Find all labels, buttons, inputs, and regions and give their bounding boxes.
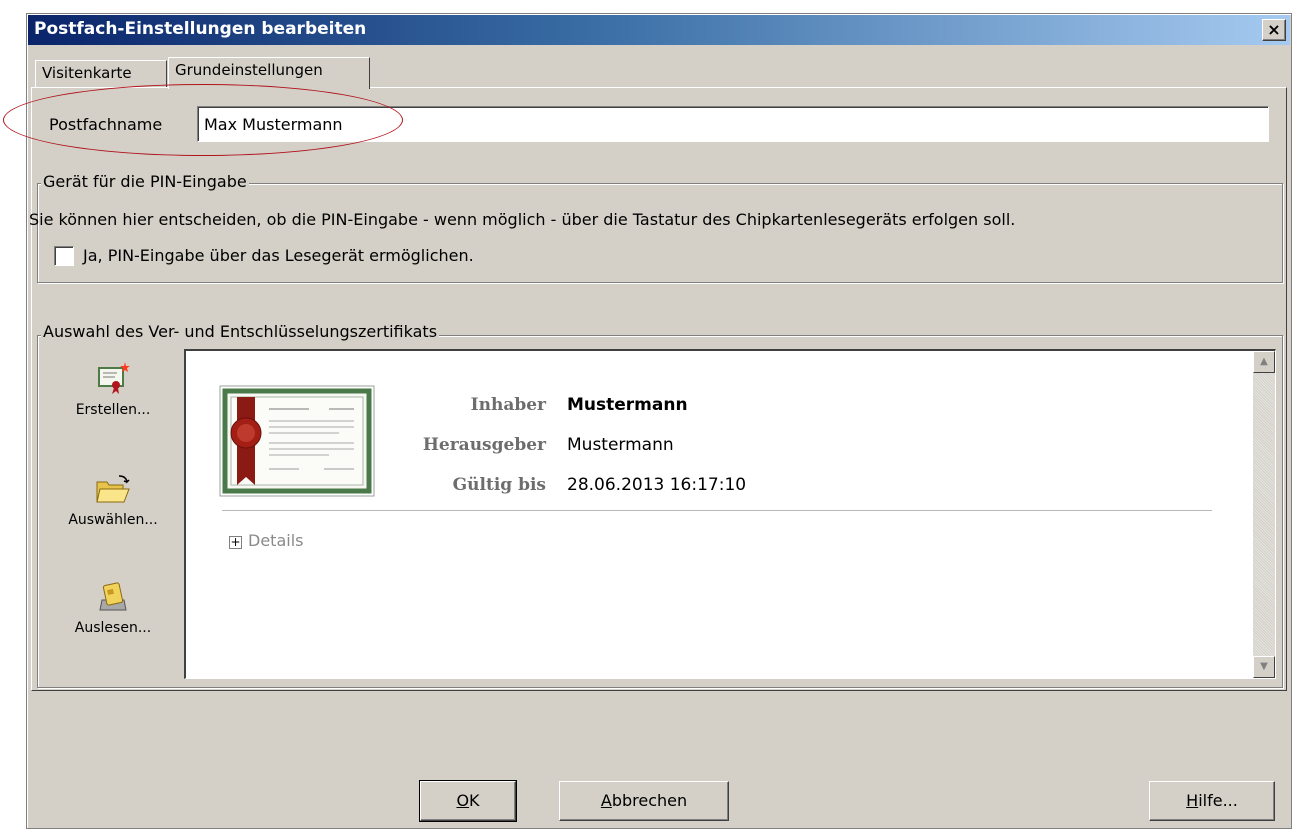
read-certificate-label: Auslesen... (74, 620, 152, 636)
mailbox-name-input[interactable] (197, 106, 1269, 142)
certificate-legend: Auswahl des Ver- und Entschlüsselungszer… (41, 322, 440, 341)
card-reader-icon (99, 582, 127, 611)
valid-until-label: Gültig bis (452, 475, 546, 495)
cancel-label: bbrechen (611, 791, 688, 810)
expand-plus-icon: + (229, 535, 242, 549)
create-certificate-label: Erstellen... (75, 402, 151, 418)
ok-mnemonic: O (456, 791, 470, 810)
help-mnemonic: H (1186, 791, 1199, 810)
create-certificate-button[interactable]: Erstellen... (48, 360, 178, 418)
details-label: Details (248, 531, 304, 550)
help-label: ilfe... (1198, 791, 1238, 810)
owner-label: Inhaber (470, 395, 546, 415)
ok-label: K (469, 791, 480, 810)
select-certificate-button[interactable]: Auswählen... (48, 474, 178, 528)
vertical-scrollbar[interactable]: ▲ ▼ (1253, 351, 1275, 678)
help-button[interactable]: Hilfe... (1149, 781, 1275, 821)
tab-visitenkarte[interactable]: Visitenkarte (35, 60, 167, 88)
details-expander[interactable]: + Details (229, 531, 303, 550)
pin-device-legend: Gerät für die PIN-Eingabe (41, 172, 249, 191)
certificate-image-icon (219, 385, 375, 497)
dialog-window: Postfach-Einstellungen bearbeiten × Visi… (26, 13, 1292, 829)
select-certificate-label: Auswählen... (68, 512, 158, 528)
certificate-new-icon (98, 362, 130, 394)
mailbox-name-label: Postfachname (49, 115, 163, 134)
owner-value: Mustermann (567, 395, 688, 415)
certificate-details-panel[interactable]: Inhaber Mustermann Herausgeber Musterman… (184, 349, 1276, 679)
title-bar: Postfach-Einstellungen bearbeiten × (28, 15, 1290, 45)
pin-device-description: Sie können hier entscheiden, ob die PIN-… (29, 210, 1016, 229)
separator-line (222, 510, 1212, 511)
scroll-up-button[interactable]: ▲ (1253, 351, 1275, 373)
cancel-mnemonic: A (600, 791, 612, 810)
ok-button[interactable]: OK (419, 780, 517, 822)
close-button[interactable]: × (1262, 19, 1286, 41)
folder-open-icon (96, 475, 130, 503)
read-certificate-button[interactable]: Auslesen... (48, 580, 178, 636)
tab-grundeinstellungen[interactable]: Grundeinstellungen (168, 57, 370, 89)
scroll-down-button[interactable]: ▼ (1253, 656, 1275, 678)
pin-reader-checkbox[interactable] (54, 246, 74, 266)
window-title: Postfach-Einstellungen bearbeiten (34, 19, 367, 39)
pin-reader-checkbox-label[interactable]: Ja, PIN-Eingabe über das Lesegerät ermög… (83, 246, 474, 265)
pin-device-group (37, 183, 1283, 283)
issuer-label: Herausgeber (422, 435, 546, 455)
issuer-value: Mustermann (567, 435, 674, 455)
valid-until-value: 28.06.2013 16:17:10 (567, 475, 747, 495)
cancel-button[interactable]: Abbrechen (559, 781, 729, 821)
